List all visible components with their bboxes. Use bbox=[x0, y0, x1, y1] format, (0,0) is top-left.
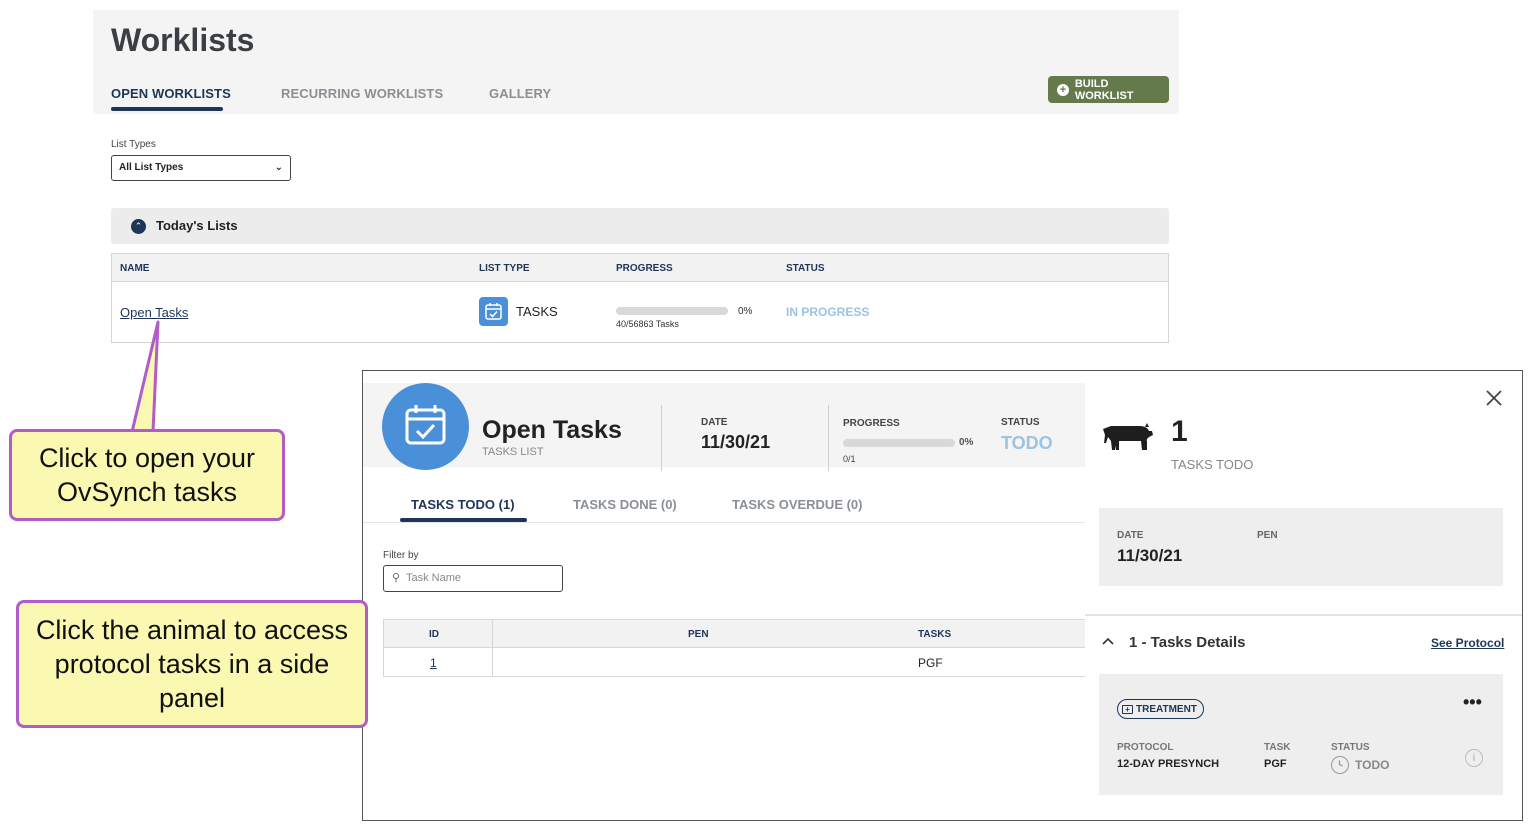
section-divider bbox=[1085, 614, 1522, 616]
clock-icon bbox=[1331, 756, 1349, 774]
column-header-tasks: TASKS bbox=[918, 629, 952, 640]
date-label: DATE bbox=[1117, 530, 1144, 541]
table-header: ID PEN TASKS bbox=[384, 620, 1085, 648]
date-value: 11/30/21 bbox=[701, 432, 771, 452]
panel-subtitle: TASKS LIST bbox=[482, 446, 544, 458]
column-header-pen: PEN bbox=[688, 629, 709, 640]
progress-count: 0/1 bbox=[843, 454, 856, 464]
calendar-check-icon bbox=[382, 383, 469, 470]
column-header-id: ID bbox=[429, 629, 439, 640]
header-divider bbox=[828, 405, 829, 471]
worklists-header-card bbox=[93, 10, 1179, 114]
progress-percent: 0% bbox=[738, 306, 753, 317]
panel-header: Open Tasks TASKS LIST DATE 11/30/21 PROG… bbox=[363, 383, 1085, 471]
info-icon[interactable]: i bbox=[1465, 749, 1483, 767]
more-horizontal-icon[interactable]: ••• bbox=[1463, 692, 1482, 713]
column-header-progress: PROGRESS bbox=[616, 263, 673, 274]
status-text: TODO bbox=[1355, 758, 1390, 772]
date-value: 11/30/21 bbox=[1117, 546, 1183, 565]
task-label: TASK bbox=[1264, 742, 1291, 753]
status-value: TODO bbox=[1001, 433, 1053, 453]
column-divider bbox=[492, 620, 493, 677]
task-name-search-input[interactable]: ⚲ Task Name bbox=[383, 565, 563, 592]
callout-open-tasks: Click to open your OvSynch tasks bbox=[9, 429, 285, 521]
tab-recurring-worklists[interactable]: RECURRING WORKLISTS bbox=[281, 86, 443, 101]
column-header-name: NAME bbox=[120, 263, 150, 274]
animal-side-panel: 1 TASKS TODO DATE PEN 11/30/21 1 - Tasks… bbox=[1085, 371, 1522, 820]
list-types-value: All List Types bbox=[119, 162, 184, 173]
search-placeholder: Task Name bbox=[406, 572, 462, 584]
see-protocol-link[interactable]: See Protocol bbox=[1431, 636, 1504, 650]
status-value: TODO bbox=[1331, 756, 1389, 774]
status-badge: IN PROGRESS bbox=[786, 305, 870, 319]
tab-tasks-todo[interactable]: TASKS TODO (1) bbox=[411, 497, 515, 512]
list-type-value: TASKS bbox=[516, 304, 558, 319]
task-value: PGF bbox=[1264, 758, 1287, 770]
treatment-badge: + TREATMENT bbox=[1117, 699, 1204, 719]
chevron-down-icon: ⌄ bbox=[274, 162, 283, 173]
panel-title: Open Tasks bbox=[482, 416, 622, 444]
tabs-divider bbox=[363, 522, 1085, 523]
tasks-details-title: 1 - Tasks Details bbox=[1129, 634, 1246, 651]
todays-lists-section[interactable]: ⌃ Today's Lists bbox=[111, 208, 1169, 244]
progress-label: PROGRESS bbox=[843, 418, 900, 429]
chevron-up-icon[interactable] bbox=[1101, 634, 1115, 651]
search-icon: ⚲ bbox=[392, 572, 401, 584]
page-title: Worklists bbox=[111, 22, 255, 58]
active-tab-indicator bbox=[111, 107, 223, 111]
protocol-label: PROTOCOL bbox=[1117, 742, 1174, 753]
header-divider bbox=[661, 405, 662, 471]
callout-text: Click to open your OvSynch tasks bbox=[38, 443, 256, 507]
calendar-check-icon bbox=[479, 297, 508, 326]
list-types-label: List Types bbox=[111, 139, 156, 150]
task-cell: PGF bbox=[918, 656, 943, 670]
column-header-list-type: LIST TYPE bbox=[479, 263, 530, 274]
table-header: NAME LIST TYPE PROGRESS STATUS bbox=[112, 254, 1168, 282]
cow-icon bbox=[1099, 417, 1155, 453]
tab-open-worklists[interactable]: OPEN WORKLISTS bbox=[111, 86, 231, 101]
first-aid-kit-icon: + bbox=[1122, 704, 1133, 714]
chevron-up-icon[interactable]: ⌃ bbox=[131, 219, 146, 234]
progress-bar bbox=[843, 439, 955, 447]
pen-label: PEN bbox=[1257, 530, 1278, 541]
table-row[interactable]: 1 PGF bbox=[384, 648, 1085, 677]
close-icon[interactable] bbox=[1485, 389, 1503, 407]
tasks-todo-count: 1 bbox=[1171, 415, 1188, 448]
protocol-value: 12-DAY PRESYNCH bbox=[1117, 758, 1220, 770]
progress-count: 40/56863 Tasks bbox=[616, 319, 679, 329]
column-header-status: STATUS bbox=[786, 263, 825, 274]
todays-lists-title: Today's Lists bbox=[156, 218, 238, 233]
progress-percent: 0% bbox=[959, 437, 974, 448]
callout-text: Click the animal to access protocol task… bbox=[35, 615, 349, 713]
treatment-label: TREATMENT bbox=[1136, 703, 1197, 715]
animal-info-card: DATE PEN 11/30/21 bbox=[1099, 508, 1503, 586]
filter-label: Filter by bbox=[383, 550, 419, 561]
tasks-todo-label: TASKS TODO bbox=[1171, 457, 1254, 472]
open-tasks-link[interactable]: Open Tasks bbox=[120, 305, 188, 320]
progress-bar bbox=[616, 307, 728, 315]
open-tasks-panel: Open Tasks TASKS LIST DATE 11/30/21 PROG… bbox=[362, 370, 1523, 821]
build-worklist-button[interactable]: + BUILD WORKLIST bbox=[1048, 76, 1169, 103]
status-label: STATUS bbox=[1001, 417, 1040, 428]
plus-circle-icon: + bbox=[1057, 83, 1069, 96]
date-label: DATE bbox=[701, 417, 728, 428]
tab-gallery[interactable]: GALLERY bbox=[489, 86, 551, 101]
build-worklist-label: BUILD WORKLIST bbox=[1074, 77, 1134, 102]
task-card: + TREATMENT ••• PROTOCOL 12-DAY PRESYNCH… bbox=[1099, 674, 1503, 795]
list-types-select[interactable]: All List Types ⌄ bbox=[111, 155, 291, 181]
tasks-table: ID PEN TASKS 1 PGF bbox=[383, 619, 1085, 677]
tab-tasks-overdue[interactable]: TASKS OVERDUE (0) bbox=[732, 497, 863, 512]
table-row[interactable]: Open Tasks TASKS 0% 40/56863 Tasks IN PR… bbox=[112, 282, 1168, 342]
callout-click-animal: Click the animal to access protocol task… bbox=[16, 600, 368, 728]
todays-lists-table: NAME LIST TYPE PROGRESS STATUS Open Task… bbox=[111, 253, 1169, 343]
tab-tasks-done[interactable]: TASKS DONE (0) bbox=[573, 497, 677, 512]
animal-id-link[interactable]: 1 bbox=[430, 656, 437, 670]
status-label: STATUS bbox=[1331, 742, 1370, 753]
